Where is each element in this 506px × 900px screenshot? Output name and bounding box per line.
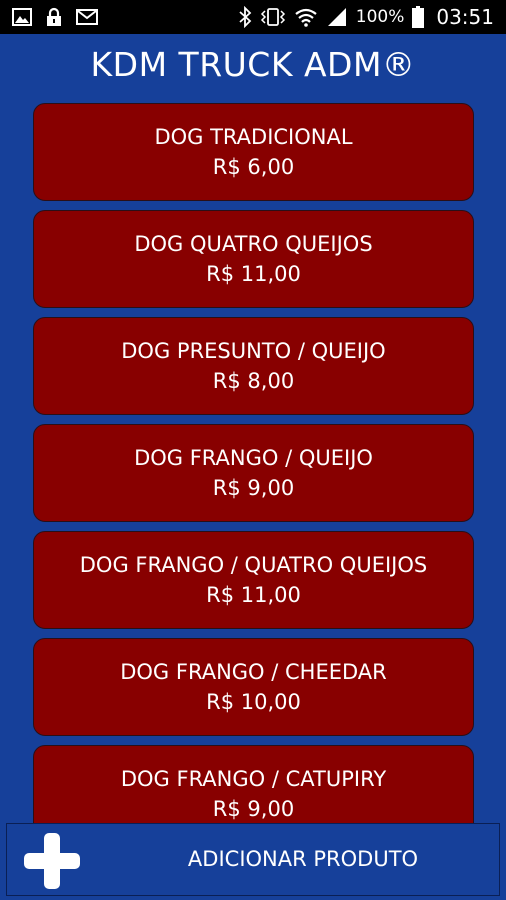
product-item[interactable]: DOG QUATRO QUEIJOS R$ 11,00	[33, 210, 474, 308]
product-item[interactable]: DOG PRESUNTO / QUEIJO R$ 8,00	[33, 317, 474, 415]
status-bar-system: 100% 03:51	[238, 0, 494, 34]
product-price: R$ 11,00	[206, 262, 301, 286]
product-name: DOG PRESUNTO / QUEIJO	[121, 339, 386, 363]
product-name: DOG TRADICIONAL	[154, 125, 353, 149]
product-list[interactable]: DOG TRADICIONAL R$ 6,00 DOG QUATRO QUEIJ…	[33, 103, 474, 823]
status-bar: 100% 03:51	[0, 0, 506, 34]
product-item[interactable]: DOG FRANGO / QUATRO QUEIJOS R$ 11,00	[33, 531, 474, 629]
product-price: R$ 6,00	[212, 155, 295, 179]
battery-percentage: 100%	[355, 7, 405, 27]
mail-icon	[76, 9, 98, 25]
product-name: DOG FRANGO / CATUPIRY	[120, 767, 387, 791]
product-price: R$ 10,00	[206, 690, 301, 714]
product-item[interactable]: DOG FRANGO / CHEEDAR R$ 10,00	[33, 638, 474, 736]
plus-icon	[21, 830, 83, 896]
lock-icon	[45, 7, 63, 27]
product-name: DOG FRANGO / CHEEDAR	[120, 660, 387, 684]
page-title: KDM TRUCK ADM®	[90, 45, 416, 84]
vibrate-icon	[260, 7, 286, 27]
battery-icon	[412, 6, 425, 28]
product-item[interactable]: DOG FRANGO / CATUPIRY R$ 9,00	[33, 745, 474, 823]
product-price: R$ 8,00	[212, 369, 295, 393]
signal-icon	[326, 7, 348, 27]
bluetooth-icon	[238, 6, 252, 28]
product-price: R$ 9,00	[212, 476, 295, 500]
product-name: DOG QUATRO QUEIJOS	[134, 232, 373, 256]
product-name: DOG FRANGO / QUATRO QUEIJOS	[79, 553, 428, 577]
product-price: R$ 11,00	[206, 583, 301, 607]
add-product-button[interactable]: ADICIONAR PRODUTO	[6, 823, 500, 896]
product-price: R$ 9,00	[212, 797, 295, 821]
product-item[interactable]: DOG TRADICIONAL R$ 6,00	[33, 103, 474, 201]
status-bar-notifications	[12, 0, 98, 34]
gallery-icon	[12, 8, 32, 26]
clock: 03:51	[436, 5, 494, 29]
product-item[interactable]: DOG FRANGO / QUEIJO R$ 9,00	[33, 424, 474, 522]
add-product-label: ADICIONAR PRODUTO	[187, 847, 419, 871]
product-name: DOG FRANGO / QUEIJO	[134, 446, 373, 470]
wifi-icon	[294, 7, 318, 27]
